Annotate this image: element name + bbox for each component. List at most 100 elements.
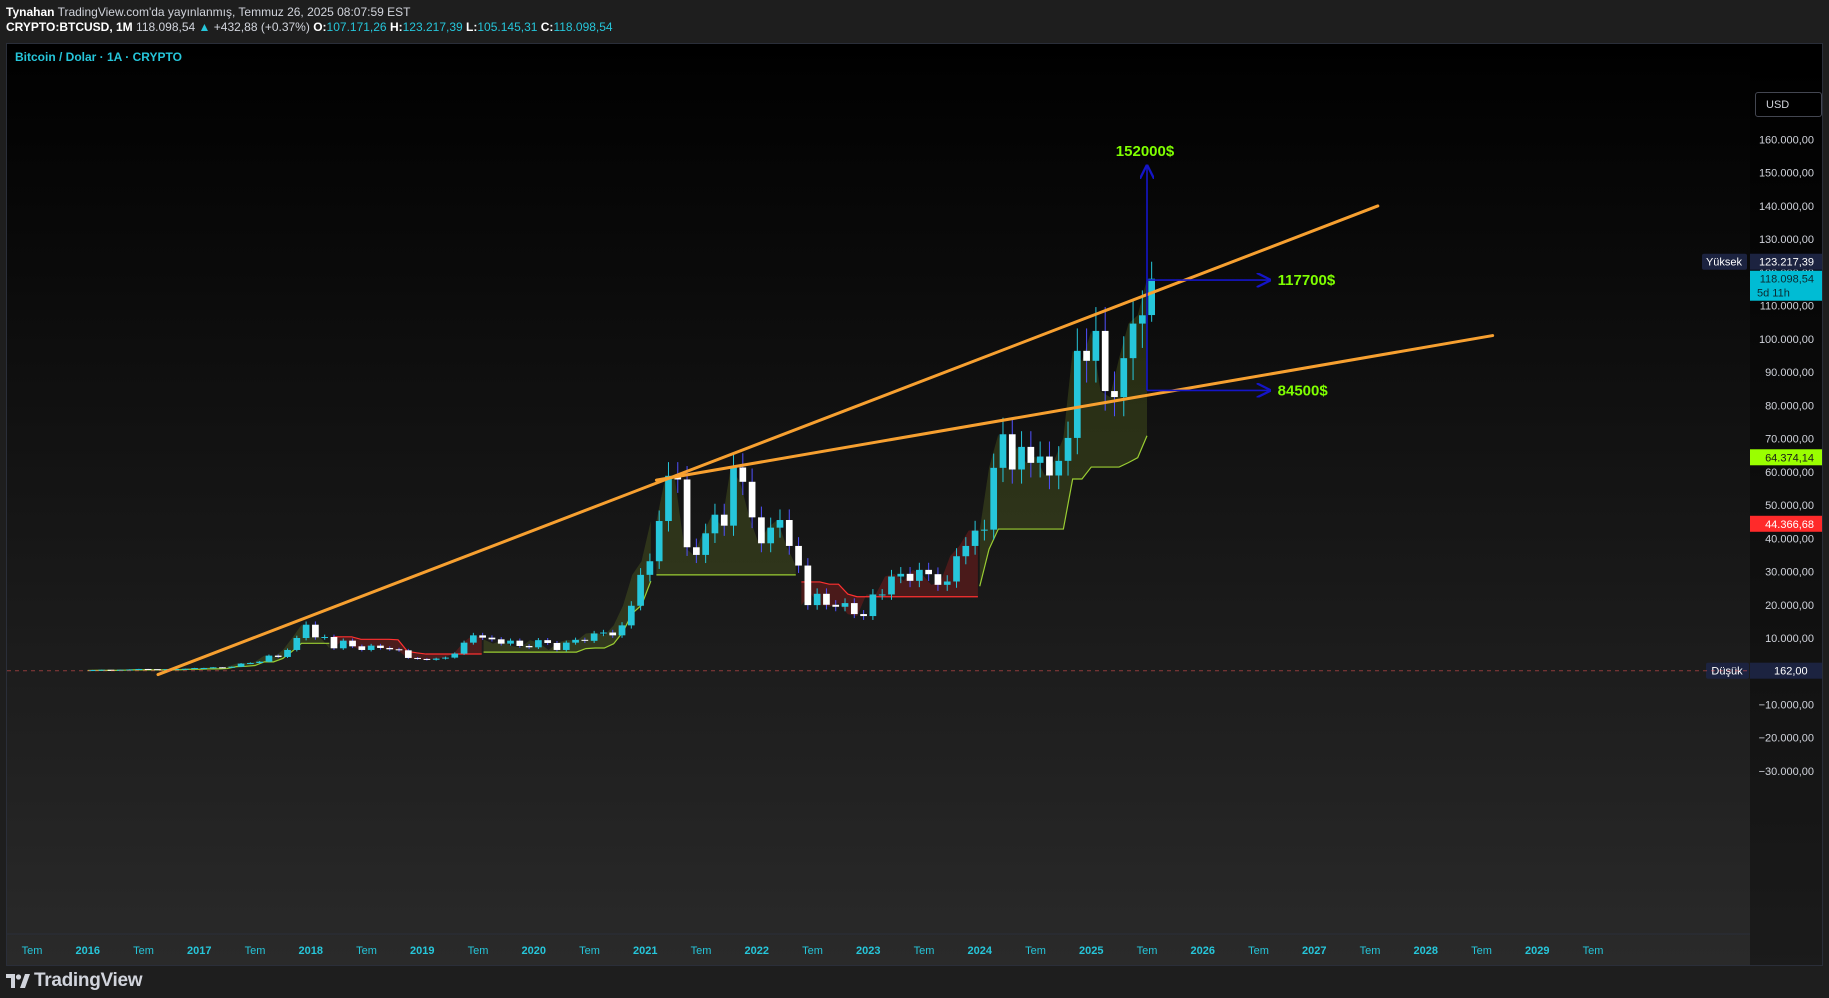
candle-body <box>1036 456 1044 463</box>
candle-body <box>451 653 459 658</box>
x-tick-label: Tem <box>914 945 935 957</box>
candle-body <box>497 639 505 644</box>
currency-button[interactable]: USD <box>1755 92 1822 117</box>
low-marker-value: 162,00 <box>1774 666 1808 678</box>
candle-body <box>544 640 552 643</box>
x-tick-label: 2027 <box>1302 945 1326 957</box>
candle-body <box>813 593 821 606</box>
candle-body <box>135 668 143 670</box>
candle-body <box>442 657 449 659</box>
candle-body <box>860 614 867 617</box>
candle-body <box>832 604 840 607</box>
x-tick-label: 2020 <box>522 945 546 957</box>
ohlc-line: CRYPTO:BTCUSD, 1M 118.098,54 ▲ +432,88 (… <box>6 20 613 35</box>
price-change: +432,88 (+0.37%) <box>213 20 310 34</box>
candle-body <box>878 594 886 596</box>
candle-body <box>962 545 970 557</box>
candlestick-chart[interactable]: 152000$ 117700$ 84500$ −30.000,00 −20.000,0… <box>7 44 1822 965</box>
open-label: O: <box>313 20 327 34</box>
y-tick-label: 20.000,00 <box>1765 600 1814 612</box>
candle-body <box>339 640 347 649</box>
y-tick-label: 80.000,00 <box>1765 400 1814 412</box>
candle-body <box>1120 358 1128 398</box>
x-tick-label: Tem <box>356 945 377 957</box>
candle-body <box>665 475 672 522</box>
y-tick-label: 50.000,00 <box>1765 500 1814 512</box>
candle-body <box>953 556 960 582</box>
candle-body <box>209 667 217 669</box>
low-label: L: <box>466 20 478 34</box>
y-tick-label: 40.000,00 <box>1765 533 1814 545</box>
candle-body <box>748 481 756 518</box>
candle-body <box>1092 330 1100 361</box>
x-tick-label: Tem <box>468 945 489 957</box>
high-value: 123.217,39 <box>402 20 463 34</box>
candle-body <box>600 632 607 634</box>
candle-body <box>479 635 486 638</box>
tradingview-logo-text: TradingView <box>34 970 143 991</box>
candle-body <box>971 530 979 546</box>
candle-body <box>256 661 263 663</box>
candle-body <box>618 625 626 636</box>
candle-body <box>795 545 802 566</box>
candle-body <box>785 520 793 546</box>
candle-body <box>1018 446 1025 470</box>
y-tick-label: 150.000,00 <box>1759 168 1814 180</box>
candle-body <box>181 668 189 670</box>
candle-body <box>330 637 338 649</box>
chart-legend-title[interactable]: Bitcoin / Dolar · 1A · CRYPTO <box>15 50 182 64</box>
candle-body <box>1008 434 1016 470</box>
low-value: 105.145,31 <box>477 20 538 34</box>
candle-body <box>386 647 394 650</box>
candle-body <box>507 640 514 644</box>
candle-body <box>562 642 570 650</box>
symbol-label[interactable]: CRYPTO:BTCUSD, 1M <box>6 20 133 34</box>
author-name[interactable]: Tynahan <box>6 5 54 19</box>
candle-body <box>284 649 291 657</box>
candle-body <box>1148 278 1155 316</box>
candle-body <box>758 517 765 544</box>
candle-body <box>850 603 858 615</box>
candle-body <box>1129 323 1137 359</box>
x-tick-label: Tem <box>1137 945 1158 957</box>
candle-body <box>990 467 998 530</box>
x-tick-label: 2021 <box>633 945 657 957</box>
high-marker-value: 123.217,39 <box>1759 257 1814 269</box>
candle-body <box>646 561 654 575</box>
tradingview-logo-icon <box>6 974 30 988</box>
candle-body <box>804 565 812 606</box>
time-axis[interactable]: Tem 2016 Tem 2017 Tem 2018 Tem 2019 Tem 2020 Tem 20… <box>22 945 1604 957</box>
candle-body <box>200 668 208 670</box>
candle-body <box>711 514 719 534</box>
x-tick-label: 2017 <box>187 945 211 957</box>
chart-pane[interactable]: 152000$ 117700$ 84500$ −30.000,00 −20.000,0… <box>6 43 1823 966</box>
candle-body <box>349 640 356 647</box>
candle-body <box>144 668 152 670</box>
candle-body <box>916 569 923 581</box>
tradingview-footer[interactable]: TradingView <box>6 966 143 996</box>
candle-body <box>488 637 496 640</box>
x-tick-label: 2025 <box>1079 945 1103 957</box>
candle-body <box>823 593 830 605</box>
candle-body <box>321 637 329 639</box>
x-tick-label: 2016 <box>76 945 100 957</box>
x-tick-label: 2022 <box>745 945 769 957</box>
close-value: 118.098,54 <box>553 20 613 34</box>
candle-body <box>191 668 198 670</box>
x-tick-label: Tem <box>1471 945 1492 957</box>
candle-body <box>637 574 644 606</box>
candle-body <box>1055 460 1063 476</box>
candle-body <box>572 639 579 643</box>
last-price-value: 118.098,54 <box>1760 274 1814 286</box>
candle-body <box>535 640 542 648</box>
y-tick-label: 70.000,00 <box>1765 434 1814 446</box>
candle-body <box>981 529 988 531</box>
x-tick-label: 2029 <box>1525 945 1549 957</box>
candle-body <box>516 640 524 646</box>
x-tick-label: 2023 <box>856 945 880 957</box>
x-tick-label: Tem <box>579 945 600 957</box>
y-tick-label: 30.000,00 <box>1765 567 1814 579</box>
high-label: H: <box>389 20 403 34</box>
candle-body <box>1083 350 1090 361</box>
candle-body <box>683 479 691 548</box>
